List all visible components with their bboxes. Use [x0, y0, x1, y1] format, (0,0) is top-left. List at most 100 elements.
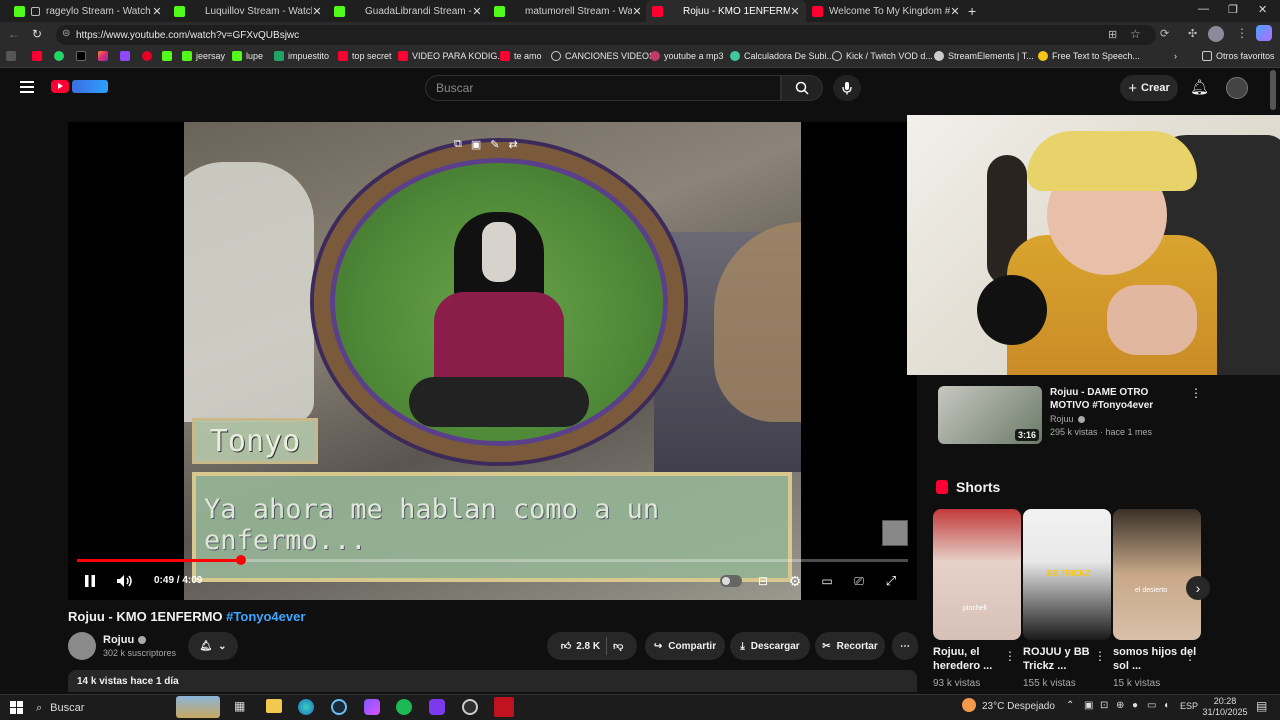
end-card-thumbnail[interactable] [882, 520, 908, 546]
tab-rojuu-active[interactable]: Rojuu - KMO 1ENFERMO #To ✕ [646, 0, 806, 22]
create-button[interactable]: + Crear [1120, 75, 1178, 101]
extensions-icon[interactable]: ⟳ [1160, 27, 1169, 40]
task-view-icon[interactable]: ▦ [234, 699, 245, 713]
youtube-logo-icon[interactable] [51, 80, 69, 93]
recommended-video[interactable]: 3:16 Rojuu - DAME OTRO MOTIVO #Tonyo4eve… [938, 386, 1208, 446]
cast-icon[interactable]: ⎚ [850, 573, 868, 589]
whatsapp-icon[interactable] [54, 51, 68, 61]
recommended-thumbnail[interactable]: 3:16 [938, 386, 1042, 444]
new-tab-button[interactable]: + [968, 3, 976, 19]
description-box[interactable]: 14 k vistas hace 1 día [68, 670, 917, 692]
display-icon[interactable]: ▭ [1147, 700, 1156, 711]
network-icon[interactable]: ⊕ [1116, 700, 1124, 711]
channel-name-row[interactable]: Rojuu [103, 634, 147, 646]
shorts-next-button[interactable]: › [1186, 576, 1210, 600]
speaker-icon[interactable]: ◖ [1163, 700, 1169, 711]
microphone-tray-icon[interactable]: ● [1132, 700, 1138, 711]
tray-app-icon[interactable]: ▣ [1084, 700, 1093, 711]
tab-luquillov[interactable]: Luquillov Stream - Watch Live ✕ [168, 0, 328, 22]
bookmark-text-to-speech[interactable]: Free Text to Speech... [1038, 51, 1140, 61]
bookmarks-overflow-icon[interactable]: › [1174, 51, 1177, 61]
tab-rageylo[interactable]: rageylo Stream - Watch Live ✕ [8, 0, 168, 22]
recommended-title[interactable]: Rojuu - DAME OTRO MOTIVO #Tonyo4ever [1050, 386, 1190, 412]
more-dots-icon[interactable]: ⋮ [1004, 649, 1016, 663]
apps-icon[interactable] [6, 51, 20, 61]
edge-icon[interactable] [298, 699, 314, 715]
miniplayer-icon[interactable]: ▭ [818, 573, 836, 589]
like-button[interactable]: 👍︎ 2.8 K [561, 640, 600, 653]
account-avatar[interactable] [1226, 77, 1248, 99]
tray-app-icon[interactable]: ⊡ [1100, 700, 1108, 711]
maximize-button[interactable]: ❐ [1228, 3, 1238, 16]
youtube-bookmark-icon[interactable] [32, 51, 46, 61]
pip-icon[interactable]: ▣ [471, 138, 481, 151]
minimize-button[interactable]: — [1198, 3, 1209, 15]
share-button[interactable]: ↪ Compartir [645, 632, 725, 660]
search-input[interactable]: Buscar [425, 75, 781, 101]
close-tab-icon[interactable]: ✕ [632, 5, 642, 18]
discord-style-icon[interactable] [364, 699, 380, 715]
extension-puzzle-icon[interactable]: ✣ [1188, 27, 1197, 40]
more-dots-icon[interactable]: ⋮ [1190, 386, 1202, 400]
translate-icon[interactable]: ⇄ [508, 138, 517, 151]
bookmark-impuestito[interactable]: impuestito [274, 51, 329, 61]
close-tab-icon[interactable]: ✕ [790, 5, 800, 18]
more-dots-icon[interactable]: ⋮ [1094, 649, 1106, 663]
close-tab-icon[interactable]: ✕ [950, 5, 960, 18]
kick-bookmark-icon[interactable] [162, 51, 176, 61]
bookmark-calculadora[interactable]: Calculadora De Subi... [730, 51, 834, 61]
file-explorer-icon[interactable] [266, 699, 282, 713]
copilot-icon[interactable] [1256, 25, 1272, 41]
bookmark-kick-vod[interactable]: Kick / Twitch VOD d... [832, 51, 933, 61]
video-player[interactable]: ⧉ ▣ ✎ ⇄ Tonyo Ya ahora me hablan como a … [68, 122, 917, 600]
dislike-button[interactable]: 👎︎ [613, 640, 623, 652]
instagram-icon[interactable] [98, 51, 112, 61]
channel-avatar[interactable] [68, 632, 96, 660]
tab-matumorell[interactable]: matumorell Stream - Watch ✕ [488, 0, 648, 22]
other-bookmarks[interactable]: Otros favoritos [1202, 51, 1275, 61]
bookmark-streamelements[interactable]: StreamElements | T... [934, 51, 1034, 61]
search-button[interactable] [781, 75, 823, 101]
progress-scrubber[interactable] [235, 555, 246, 565]
site-info-icon[interactable]: ⊜ [62, 28, 70, 39]
edit-icon[interactable]: ✎ [490, 138, 499, 151]
recommended-channel[interactable]: Rojuu [1050, 414, 1074, 424]
obs-icon[interactable] [462, 699, 478, 715]
bookmark-te-amo[interactable]: te amo [500, 51, 542, 61]
video-editor-icon[interactable] [494, 697, 514, 717]
bookmark-youtube-mp3[interactable]: youtube a mp3 [650, 51, 724, 61]
tab-guadalibrandi[interactable]: GuadaLibrandi Stream - Watch ✕ [328, 0, 488, 22]
menu-dots-icon[interactable]: ⋮ [1236, 26, 1248, 40]
url-field[interactable]: ⊜ https://www.youtube.com/watch?v=GFXvQU… [56, 25, 1156, 45]
pause-button[interactable] [82, 573, 98, 589]
notification-center-icon[interactable]: ▤ [1256, 699, 1267, 713]
download-button[interactable]: ⤓ Descargar [730, 632, 810, 660]
subtitles-icon[interactable]: ⊟ [754, 573, 772, 589]
autoplay-toggle[interactable] [720, 575, 742, 587]
steam-icon[interactable] [331, 699, 347, 715]
bookmark-top-secret[interactable]: top secret [338, 51, 392, 61]
windows-start-icon[interactable] [10, 701, 23, 714]
notifications-bell-icon[interactable]: 🔔︎ [1190, 78, 1209, 96]
custom-logo-doodle-icon[interactable] [72, 80, 108, 93]
weather-text[interactable]: 23°C Despejado [982, 701, 1055, 712]
settings-gear-icon[interactable]: ⚙ [786, 572, 804, 590]
more-actions-button[interactable]: ⋯ [892, 632, 918, 660]
close-tab-icon[interactable]: ✕ [152, 5, 162, 18]
short-thumbnail[interactable]: BB TRICKZ [1023, 509, 1111, 640]
install-app-icon[interactable]: ⊞ [1108, 28, 1117, 41]
bookmark-jeersay[interactable]: jeersay [182, 51, 225, 61]
reload-icon[interactable]: ↻ [32, 27, 42, 41]
subscription-bell-button[interactable]: 🔔︎ ⌄ [188, 632, 238, 660]
tab-welcome-kingdom[interactable]: Welcome To My Kingdom #Broke ✕ [806, 0, 966, 22]
clock-date[interactable]: 31/10/2025 [1200, 707, 1250, 717]
volume-button[interactable] [115, 572, 135, 590]
short-thumbnail[interactable]: pinchell [933, 509, 1021, 640]
close-tab-icon[interactable]: ✕ [472, 5, 482, 18]
app-c-icon[interactable] [429, 699, 445, 715]
twitch-icon[interactable] [120, 51, 134, 61]
close-tab-icon[interactable]: ✕ [312, 5, 322, 18]
progress-bar[interactable] [77, 555, 908, 565]
clip-button[interactable]: ✂ Recortar [815, 632, 885, 660]
bookmark-star-icon[interactable]: ☆ [1130, 27, 1141, 41]
